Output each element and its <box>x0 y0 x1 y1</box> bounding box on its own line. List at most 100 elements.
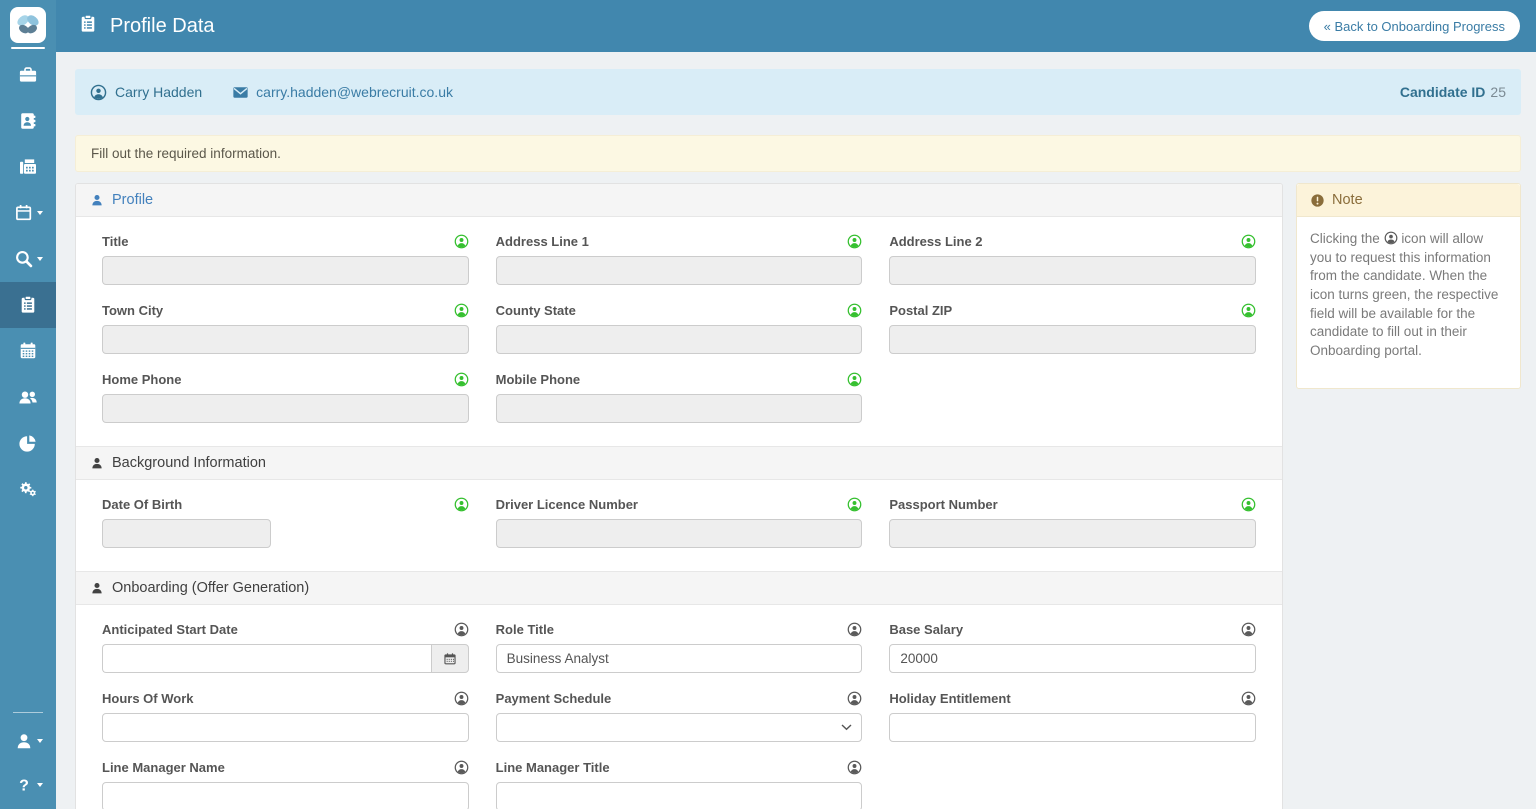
field-label: Date Of Birth <box>102 497 182 512</box>
request-from-candidate-icon[interactable] <box>1241 303 1256 318</box>
request-from-candidate-icon[interactable] <box>454 234 469 249</box>
request-from-candidate-icon[interactable] <box>847 691 862 706</box>
clipboard-icon <box>78 14 98 39</box>
base-salary-input[interactable] <box>889 644 1256 673</box>
sidebar-item-search[interactable] <box>0 236 56 282</box>
field-address-line-2: Address Line 2 <box>889 234 1256 285</box>
hours-of-work-input[interactable] <box>102 713 469 742</box>
back-to-onboarding-button[interactable]: « Back to Onboarding Progress <box>1309 11 1520 41</box>
title-input <box>102 256 469 285</box>
field-label: Anticipated Start Date <box>102 622 238 637</box>
field-address-line-1: Address Line 1 <box>496 234 863 285</box>
request-from-candidate-icon[interactable] <box>847 497 862 512</box>
field-label: Home Phone <box>102 372 181 387</box>
sidebar-item-profile-data[interactable] <box>0 282 56 328</box>
candidate-name: Carry Hadden <box>115 84 202 100</box>
request-from-candidate-icon[interactable] <box>1241 497 1256 512</box>
candidate-email: carry.hadden@webrecruit.co.uk <box>256 84 453 100</box>
sidebar-nav <box>0 52 56 512</box>
pie-chart-icon <box>18 433 38 453</box>
sidebar-item-candidates[interactable] <box>0 98 56 144</box>
info-alert: Fill out the required information. <box>75 135 1521 172</box>
sidebar-item-help[interactable]: ? <box>0 763 56 807</box>
users-icon <box>18 387 38 407</box>
request-from-candidate-icon[interactable] <box>454 372 469 387</box>
field-label: Address Line 2 <box>889 234 982 249</box>
page-title: Profile Data <box>110 15 215 38</box>
request-from-candidate-icon[interactable] <box>847 372 862 387</box>
profile-form-panel: Profile Title Address Line 1 Address Line 2… <box>75 183 1283 809</box>
calendar-outline-icon <box>14 203 34 223</box>
anticipated-start-date-input[interactable] <box>102 644 431 673</box>
sidebar-item-calendar[interactable] <box>0 328 56 374</box>
field-label: Line Manager Name <box>102 760 225 775</box>
role-title-input[interactable] <box>496 644 863 673</box>
request-from-candidate-icon[interactable] <box>847 760 862 775</box>
sidebar-item-reports[interactable] <box>0 420 56 466</box>
sidebar-bottom: ? <box>0 712 56 809</box>
candidate-info-bar: Carry Hadden carry.hadden@webrecruit.co.… <box>75 69 1521 115</box>
candidate-email-link[interactable]: carry.hadden@webrecruit.co.uk <box>232 84 453 101</box>
app-logo[interactable] <box>10 7 46 43</box>
caret-down-icon <box>37 783 43 787</box>
request-from-candidate-icon[interactable] <box>847 622 862 637</box>
line-manager-name-input[interactable] <box>102 782 469 809</box>
briefcase-icon <box>18 65 38 85</box>
request-from-candidate-icon[interactable] <box>454 760 469 775</box>
field-line-manager-title: Line Manager Title <box>496 760 863 809</box>
request-from-candidate-icon[interactable] <box>454 497 469 512</box>
caret-down-icon <box>37 211 43 215</box>
section-heading-background-information: Background Information <box>76 446 1282 480</box>
envelope-icon <box>232 84 249 101</box>
field-hours-of-work: Hours Of Work <box>102 691 469 742</box>
sidebar-item-settings[interactable] <box>0 466 56 512</box>
request-from-candidate-icon[interactable] <box>1241 234 1256 249</box>
field-label: County State <box>496 303 576 318</box>
user-circle-icon <box>90 84 107 101</box>
sidebar-item-account[interactable] <box>0 719 56 763</box>
clipboard-icon <box>18 295 38 315</box>
person-icon <box>90 456 104 470</box>
field-passport-number: Passport Number <box>889 497 1256 548</box>
field-town-city: Town City <box>102 303 469 354</box>
section-heading-profile: Profile <box>76 184 1282 217</box>
exclamation-circle-icon <box>1310 193 1325 208</box>
sidebar-divider <box>13 712 43 713</box>
candidate-id: Candidate ID25 <box>1400 84 1506 100</box>
section-title: Background Information <box>112 455 266 471</box>
field-title: Title <box>102 234 469 285</box>
driver-licence-number-input <box>496 519 863 548</box>
request-from-candidate-icon[interactable] <box>847 303 862 318</box>
request-from-candidate-icon[interactable] <box>454 691 469 706</box>
postal-zip-input <box>889 325 1256 354</box>
sidebar-item-fax[interactable] <box>0 144 56 190</box>
sidebar-item-jobs[interactable] <box>0 52 56 98</box>
caret-down-icon <box>37 739 43 743</box>
sidebar-item-users[interactable] <box>0 374 56 420</box>
person-icon <box>90 193 104 207</box>
datepicker-button[interactable] <box>431 644 469 673</box>
field-label: Payment Schedule <box>496 691 612 706</box>
request-from-candidate-icon[interactable] <box>454 303 469 318</box>
candidate-id-value: 25 <box>1490 84 1506 100</box>
section-heading-onboarding-offer-generation: Onboarding (Offer Generation) <box>76 571 1282 605</box>
fax-icon <box>18 157 38 177</box>
field-label: Postal ZIP <box>889 303 952 318</box>
sidebar-item-schedule[interactable] <box>0 190 56 236</box>
field-home-phone: Home Phone <box>102 372 469 423</box>
request-from-candidate-icon[interactable] <box>454 622 469 637</box>
request-from-candidate-icon[interactable] <box>1241 622 1256 637</box>
holiday-entitlement-input[interactable] <box>889 713 1256 742</box>
search-icon <box>14 249 34 269</box>
request-from-candidate-icon[interactable] <box>847 234 862 249</box>
line-manager-title-input[interactable] <box>496 782 863 809</box>
butterfly-logo-icon <box>13 10 43 40</box>
request-from-candidate-icon[interactable] <box>1241 691 1256 706</box>
note-heading: Note <box>1297 184 1520 217</box>
field-mobile-phone: Mobile Phone <box>496 372 863 423</box>
town-city-input <box>102 325 469 354</box>
field-label: Passport Number <box>889 497 997 512</box>
user-icon <box>14 731 34 751</box>
field-payment-schedule: Payment Schedule <box>496 691 863 742</box>
payment-schedule-select[interactable] <box>496 713 863 742</box>
